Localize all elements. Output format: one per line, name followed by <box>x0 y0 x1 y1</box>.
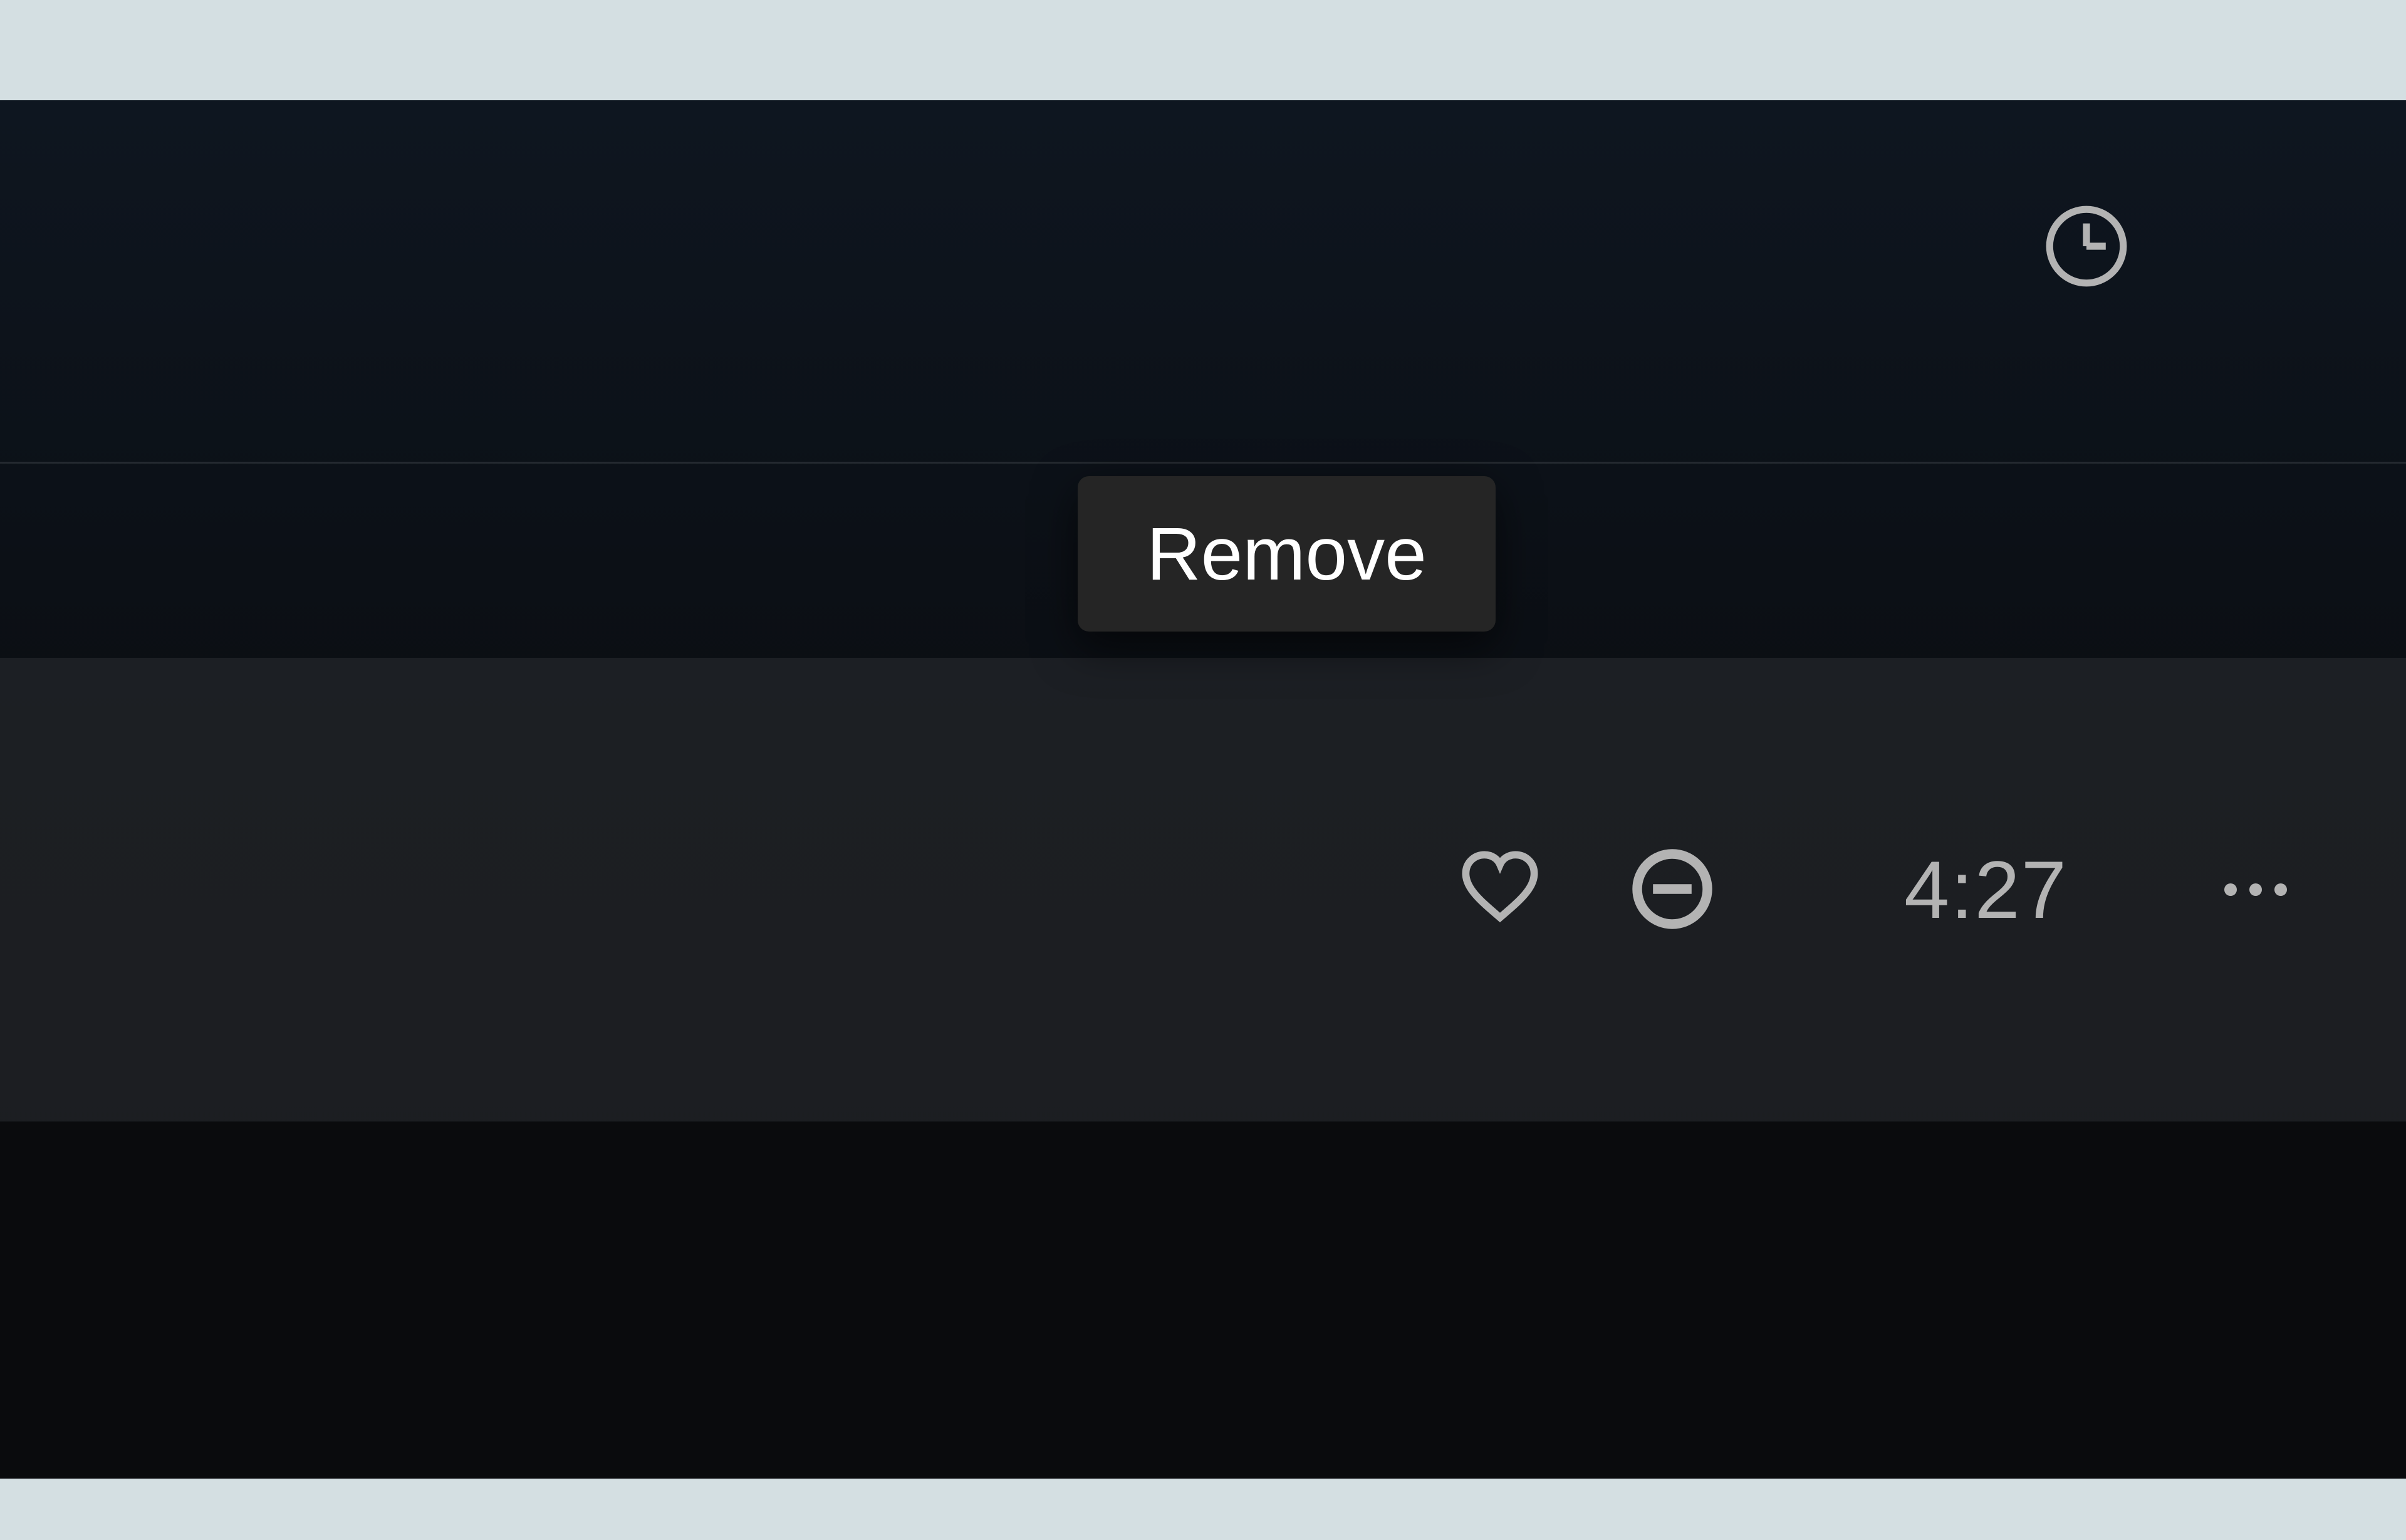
page-background: d <box>0 0 2406 1540</box>
duration-column-header-button[interactable] <box>2043 204 2130 291</box>
bottom-dark-band <box>0 1121 2406 1479</box>
clock-icon <box>2043 202 2130 293</box>
remove-button[interactable] <box>1628 845 1716 935</box>
list-header-row: d <box>0 100 2406 464</box>
track-row[interactable]: 4:27 <box>0 658 2406 1121</box>
row-actions: 4:27 <box>1459 658 2287 1121</box>
header-divider <box>0 462 2406 464</box>
more-horizontal-icon <box>2224 883 2287 896</box>
app-window: d <box>0 100 2406 1479</box>
remove-circle-icon <box>1628 845 1716 935</box>
remove-tooltip: Remove <box>1078 476 1496 632</box>
track-duration: 4:27 <box>1904 843 2068 937</box>
more-options-button[interactable] <box>2224 883 2287 896</box>
like-button[interactable] <box>1459 848 1541 932</box>
tooltip-label: Remove <box>1147 512 1427 596</box>
heart-icon <box>1459 848 1541 932</box>
